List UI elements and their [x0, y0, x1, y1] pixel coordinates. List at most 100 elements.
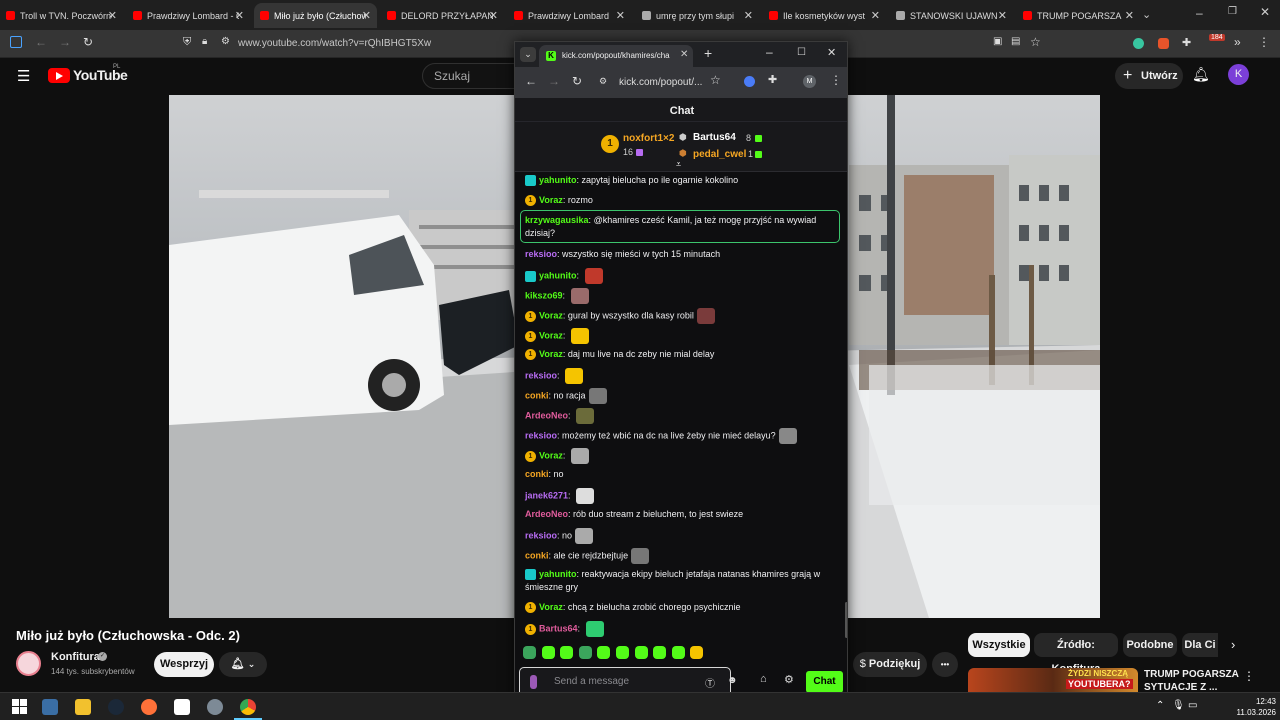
tray-overflow-chevron-icon[interactable]: ⌃ [1156, 700, 1164, 711]
chat-emote-icon[interactable] [588, 388, 607, 404]
chat-message[interactable]: kikszo69: [525, 288, 839, 304]
browser-tab[interactable]: Troll w TVN. Poczwórne ✕ [0, 3, 123, 28]
chat-message[interactable]: reksioo: wszystko się mieści w tych 15 m… [525, 248, 839, 261]
popout-menu-dots-icon[interactable]: ⋮ [830, 73, 842, 87]
chat-message[interactable]: yahunito: zapytaj bielucha po ile ogarni… [525, 174, 839, 187]
recommended-title-line1[interactable]: TRUMP POGARSZA [1144, 669, 1239, 680]
quick-emote-icon[interactable] [541, 646, 555, 659]
chips-next-chevron-icon[interactable]: › [1231, 637, 1235, 652]
recommended-video-thumbnail[interactable]: ŻYDZI NISZCZĄ YOUTUBERA? [968, 668, 1138, 692]
popout-url[interactable]: kick.com/popout/... [619, 74, 719, 91]
back-arrow-icon[interactable]: ← [35, 35, 47, 49]
start-windows-icon[interactable] [12, 699, 27, 714]
browser-tab[interactable]: TRUMP POGARSZA ✕ [1017, 3, 1140, 28]
restore-window-icon[interactable]: ❐ [1228, 6, 1237, 17]
tab-close-icon[interactable]: ✕ [871, 9, 880, 22]
browser-tab[interactable]: umrę przy tym słupi ✕ [636, 3, 759, 28]
chat-emote-icon[interactable] [576, 488, 595, 504]
chat-scrollbar[interactable] [845, 602, 847, 638]
network-icon[interactable]: ▭ [1188, 700, 1197, 711]
chat-emote-icon[interactable] [585, 621, 604, 637]
bookmark-star-icon[interactable]: ☆ [1030, 35, 1041, 49]
chat-emote-icon[interactable] [570, 328, 589, 344]
search-input[interactable]: Szukaj [422, 63, 522, 89]
tab-close-icon[interactable]: ✕ [998, 9, 1007, 22]
chat-username[interactable]: ArdeoNeo [525, 410, 568, 420]
chat-username[interactable]: reksioo [525, 530, 557, 540]
chat-username[interactable]: reksioo [525, 249, 557, 259]
tab-close-icon[interactable]: ✕ [1125, 9, 1134, 22]
chat-message[interactable]: conki: no [525, 468, 839, 481]
chat-username[interactable]: Voraz [539, 349, 563, 359]
close-window-icon[interactable]: ✕ [1260, 5, 1270, 19]
chat-message[interactable]: 1 Voraz: gural by wszystko dla kasy robil [525, 308, 839, 324]
leaderboard-first-name[interactable]: noxfort1×2 [623, 133, 674, 144]
file-explorer-icon[interactable] [75, 699, 91, 715]
chat-message[interactable]: reksioo: no [525, 528, 839, 544]
chip-related[interactable]: Podobne [1123, 633, 1177, 657]
popout-forward-icon[interactable]: → [548, 74, 560, 88]
browser-tab[interactable]: Miło już było (Człuchow ✕ [254, 3, 377, 28]
url-text[interactable]: www.youtube.com/watch?v=rQhIBHGT5Xw [238, 38, 431, 49]
chat-message[interactable]: krzywagausika: @khamires cześć Kamil, ja… [525, 214, 839, 240]
notifications-dropdown-button[interactable]: 🔔︎ ⌄ [219, 652, 267, 677]
emoji-picker-icon[interactable]: ☻ [727, 675, 738, 686]
chat-emote-icon[interactable] [778, 428, 797, 444]
quick-emote-icon[interactable] [616, 646, 629, 659]
translate-icon[interactable]: Ⓣ [705, 675, 715, 690]
extension-vpn-icon[interactable] [1133, 38, 1144, 49]
tab-actions-icon[interactable] [10, 36, 22, 48]
chat-username[interactable]: Voraz [539, 310, 563, 320]
chat-username[interactable]: yahunito [539, 569, 577, 579]
notifications-bell-icon[interactable]: 🔔︎ [1192, 66, 1210, 83]
popout-extension-icon[interactable] [744, 76, 755, 87]
tab-close-icon[interactable]: ✕ [362, 9, 371, 22]
chat-username[interactable]: conki [525, 469, 549, 479]
thanks-button[interactable]: $ Podziękuj [853, 652, 927, 677]
browser-tab[interactable]: Ile kosmetyków wyst ✕ [763, 3, 886, 28]
monitor-app-icon[interactable] [42, 699, 58, 715]
quick-emote-icon[interactable] [578, 646, 592, 659]
tab-close-icon[interactable]: ✕ [744, 9, 753, 22]
chat-message[interactable]: conki: ale cie rejdzbejtuje [525, 548, 839, 564]
popout-tab-menu-icon[interactable]: ⌄ [520, 47, 536, 62]
popout-close-icon[interactable]: ✕ [827, 46, 836, 59]
microphone-badge-icon[interactable] [530, 675, 537, 689]
quick-emote-icon[interactable] [597, 646, 611, 659]
popout-site-info-icon[interactable]: ⚙︎ [599, 76, 607, 87]
chat-emote-icon[interactable] [584, 268, 603, 284]
chat-message[interactable]: 1 Voraz: chcą z bielucha zrobić chorego p… [525, 601, 839, 614]
browser-tab[interactable]: Prawdziwy Lombard ✕ [508, 3, 631, 28]
chat-username[interactable]: krzywagausika [525, 215, 589, 225]
chat-message[interactable]: 1 Bartus64: [525, 621, 839, 637]
tab-close-icon[interactable]: ✕ [616, 9, 625, 22]
quick-emote-icon[interactable] [690, 646, 704, 659]
chat-username[interactable]: kikszo69 [525, 290, 563, 300]
steam-icon[interactable] [108, 699, 124, 715]
chat-username[interactable]: yahunito [539, 270, 577, 280]
tab-close-icon[interactable]: ✕ [235, 9, 244, 22]
chip-for-you[interactable]: Dla Ci [1182, 633, 1218, 657]
chat-username[interactable]: ArdeoNeo [525, 509, 568, 519]
forward-arrow-icon[interactable]: → [59, 35, 71, 49]
chat-emote-icon[interactable] [576, 408, 595, 424]
picture-in-picture-icon[interactable]: ▣ [993, 36, 1002, 47]
popout-tab-close-icon[interactable]: ✕ [680, 49, 688, 60]
system-clock[interactable]: 12:43 11.03.2026 [1200, 696, 1276, 718]
chat-username[interactable]: reksioo [525, 430, 557, 440]
chat-message[interactable]: 1 Voraz: rozmo [525, 194, 839, 207]
quick-emote-icon[interactable] [634, 646, 648, 659]
chat-settings-gear-icon[interactable]: ⚙︎ [784, 673, 794, 686]
create-button[interactable]: + Utwórz [1115, 63, 1183, 89]
browser-tab[interactable]: Prawdziwy Lombard - O ✕ [127, 3, 250, 28]
chat-message[interactable]: conki: no racja [525, 388, 839, 404]
more-tools-chevron-icon[interactable]: » [1234, 35, 1241, 49]
chat-emote-icon[interactable] [696, 308, 715, 324]
extension-fox-icon[interactable] [1158, 38, 1169, 49]
send-chat-button[interactable]: Chat [806, 671, 843, 693]
store-icon[interactable]: ⌂ [760, 673, 767, 685]
menu-dots-icon[interactable]: ⋮ [1258, 35, 1270, 49]
browser-tab[interactable]: DELORD PRZYŁAPAN ✕ [381, 3, 504, 28]
quick-emote-icon[interactable] [671, 646, 685, 659]
chat-username[interactable]: yahunito [539, 175, 577, 185]
